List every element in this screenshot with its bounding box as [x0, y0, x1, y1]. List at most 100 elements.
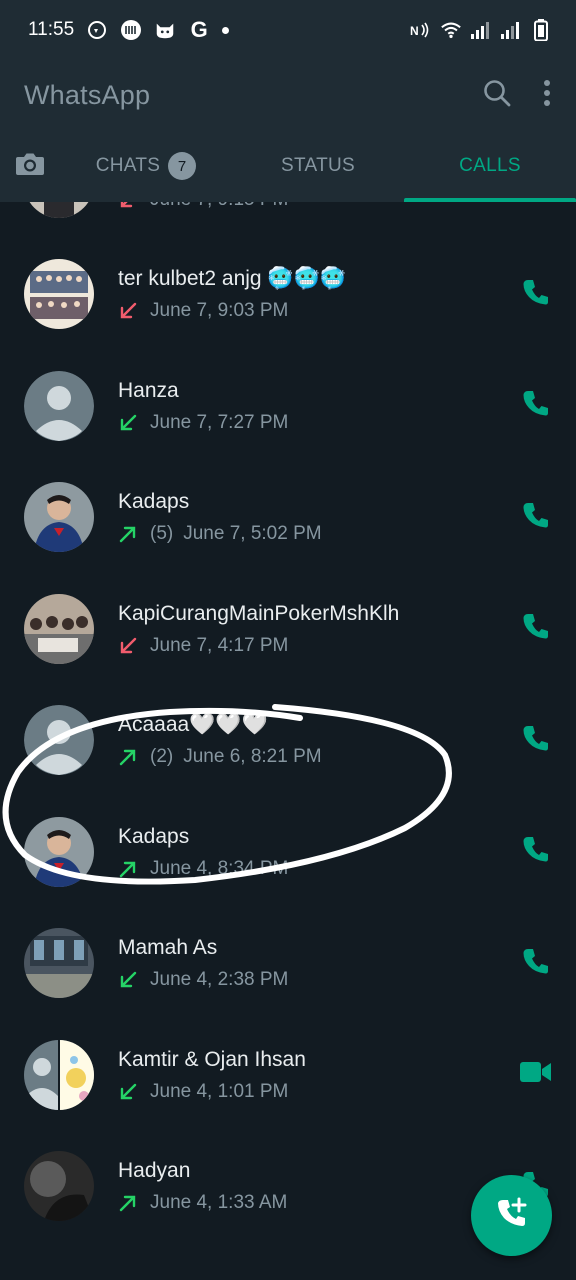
phone-icon: [523, 836, 549, 867]
svg-text:N: N: [410, 24, 419, 38]
tab-calls-label: CALLS: [459, 155, 521, 176]
app-title: WhatsApp: [24, 79, 151, 110]
videocam-icon: [520, 1061, 552, 1088]
contact-avatar[interactable]: [24, 202, 94, 218]
call-row[interactable]: Acaaaa🤍🤍🤍 (2) June 6, 8:21 PM: [0, 685, 576, 797]
voice-call-button[interactable]: [516, 386, 556, 426]
call-row[interactable]: ter kulbet2 anjg 🥶🥶🥶 June 7, 9:03 PM: [0, 239, 576, 351]
nfc-icon: N: [410, 19, 432, 41]
voice-call-button[interactable]: [516, 497, 556, 537]
contact-avatar[interactable]: [24, 705, 94, 776]
call-time: June 7, 4:17 PM: [150, 634, 289, 656]
call-meta: June 4, 1:01 PM: [118, 1081, 516, 1103]
call-info: Hanza June 7, 7:27 PM: [118, 378, 516, 434]
outgoing-call-arrow-icon: [119, 750, 136, 766]
status-bar: 11:55 G N: [0, 0, 576, 60]
status-icons-left: G: [86, 17, 230, 42]
contact-name: Mamah As: [118, 936, 218, 960]
phone-icon: [523, 948, 549, 979]
tab-status-label: STATUS: [281, 155, 355, 176]
video-call-button[interactable]: [516, 1055, 556, 1095]
contact-avatar[interactable]: [24, 259, 94, 330]
call-info: KapiCurangMainPokerMshKlh June 7, 4:17 PM: [118, 601, 516, 657]
contact-name: Kadaps: [118, 824, 190, 848]
tab-chats-label: CHATS: [95, 155, 161, 176]
phone-icon: [523, 613, 549, 644]
contact-name: Hadyan: [118, 1159, 191, 1183]
call-info: ArgiJune 7, 9:15 PM: [118, 202, 516, 211]
status-icons-right: N: [410, 19, 552, 41]
call-info: Kadaps June 4, 8:34 PM: [118, 824, 516, 880]
voice-call-button[interactable]: [516, 943, 556, 983]
calls-list-inner: ArgiJune 7, 9:15 PM ter kulbet2 anjg 🥶🥶🥶 J…: [0, 202, 576, 1242]
call-info: Kamtir & Ojan Ihsan June 4, 1:01 PM: [118, 1047, 516, 1103]
contact-avatar[interactable]: [24, 593, 94, 664]
call-time: June 7, 7:27 PM: [150, 411, 289, 433]
call-meta: June 4, 1:33 AM: [118, 1192, 516, 1214]
calls-list[interactable]: ArgiJune 7, 9:15 PM ter kulbet2 anjg 🥶🥶🥶 J…: [0, 202, 576, 1280]
contact-name: Acaaaa🤍🤍🤍: [118, 713, 268, 737]
call-time: June 7, 5:02 PM: [183, 523, 322, 545]
call-meta: June 7, 9:03 PM: [118, 300, 516, 322]
cat-icon: [154, 19, 176, 41]
call-row[interactable]: ArgiJune 7, 9:15 PM: [0, 202, 576, 239]
voice-call-button[interactable]: [516, 609, 556, 649]
contact-avatar[interactable]: [24, 1151, 94, 1222]
tab-bar: CHATS 7 STATUS CALLS: [0, 130, 576, 202]
call-time: June 4, 1:33 AM: [150, 1192, 288, 1214]
call-meta: (5) June 7, 5:02 PM: [118, 523, 516, 545]
contact-avatar[interactable]: [24, 1039, 94, 1110]
call-time: June 7, 9:03 PM: [150, 300, 289, 322]
tab-chats[interactable]: CHATS 7: [60, 130, 232, 202]
call-info: ter kulbet2 anjg 🥶🥶🥶 June 7, 9:03 PM: [118, 266, 516, 322]
voice-call-button[interactable]: [516, 832, 556, 872]
contact-name: Hanza: [118, 378, 179, 402]
incoming-call-arrow-icon: [120, 1083, 137, 1099]
new-call-fab[interactable]: [471, 1175, 552, 1256]
app-bar: WhatsApp: [0, 60, 576, 130]
signal-icon-2: [500, 19, 522, 41]
contact-avatar[interactable]: [24, 928, 94, 999]
call-count: (2): [150, 746, 174, 768]
phone-icon: [523, 502, 549, 533]
outgoing-call-arrow-icon: [119, 1196, 136, 1212]
missed-call-arrow-icon: [120, 637, 137, 653]
incoming-call-arrow-icon: [120, 414, 137, 430]
call-row[interactable]: Kamtir & Ojan Ihsan June 4, 1:01 PM: [0, 1019, 576, 1131]
dot-icon: [222, 26, 230, 34]
tab-camera[interactable]: [0, 130, 60, 202]
more-vert-icon[interactable]: [542, 78, 552, 113]
search-icon[interactable]: [482, 78, 512, 113]
wifi-icon: [440, 19, 462, 41]
contact-avatar[interactable]: [24, 816, 94, 887]
voice-call-button[interactable]: [516, 720, 556, 760]
voice-call-button[interactable]: [516, 202, 556, 203]
contact-avatar[interactable]: [24, 370, 94, 441]
call-info: Hadyan June 4, 1:33 AM: [118, 1158, 516, 1214]
call-meta: June 7, 4:17 PM: [118, 635, 516, 657]
call-meta: June 4, 2:38 PM: [118, 969, 516, 991]
tab-status[interactable]: STATUS: [232, 130, 404, 202]
call-row[interactable]: KapiCurangMainPokerMshKlh June 7, 4:17 PM: [0, 573, 576, 685]
incoming-call-arrow-icon: [120, 972, 137, 988]
call-count: (5): [150, 523, 174, 545]
contact-name: Kamtir & Ojan Ihsan: [118, 1047, 306, 1071]
voice-call-button[interactable]: [516, 274, 556, 314]
outgoing-call-arrow-icon: [119, 527, 136, 543]
contact-name: Kadaps: [118, 490, 190, 514]
call-row[interactable]: Mamah As June 4, 2:38 PM: [0, 908, 576, 1020]
missed-call-arrow-icon: [120, 303, 137, 319]
camera-icon: [15, 151, 45, 182]
call-row[interactable]: Kadaps (5) June 7, 5:02 PM: [0, 462, 576, 574]
call-row[interactable]: Kadaps June 4, 8:34 PM: [0, 796, 576, 908]
status-time: 11:55: [28, 19, 75, 40]
call-time: June 4, 2:38 PM: [150, 969, 289, 991]
tab-calls[interactable]: CALLS: [404, 130, 576, 202]
add-call-icon: [495, 1196, 529, 1235]
call-time: June 7, 9:15 PM: [150, 202, 288, 211]
call-info: Mamah As June 4, 2:38 PM: [118, 935, 516, 991]
call-row[interactable]: Hanza June 7, 7:27 PM: [0, 350, 576, 462]
hotspot-icon: [86, 19, 108, 41]
contact-avatar[interactable]: [24, 482, 94, 553]
call-meta: June 4, 8:34 PM: [118, 858, 516, 880]
